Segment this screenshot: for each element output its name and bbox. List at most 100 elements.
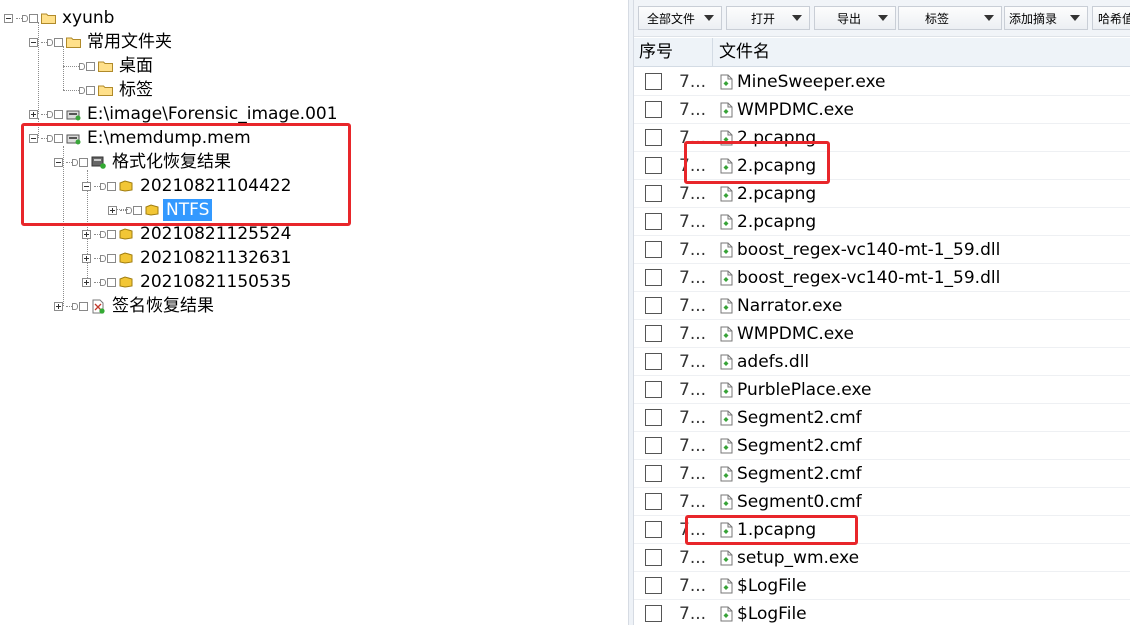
row-filename: $LogFile	[737, 604, 807, 624]
annotation-highlight-box	[685, 515, 858, 545]
add-digest-button[interactable]: 添加摘录	[1004, 6, 1088, 30]
partition-folder-icon	[118, 275, 134, 289]
row-checkbox[interactable]	[645, 241, 662, 258]
tree-checkbox[interactable]	[107, 277, 116, 287]
row-checkbox[interactable]	[645, 269, 662, 286]
row-checkbox[interactable]	[645, 73, 662, 90]
row-checkbox[interactable]	[645, 129, 662, 146]
expand-icon[interactable]	[82, 229, 91, 239]
bookmark-button[interactable]: 标签	[898, 6, 1002, 30]
row-checkbox[interactable]	[645, 549, 662, 566]
row-checkbox[interactable]	[645, 493, 662, 510]
all-files-dropdown[interactable]: 全部文件	[638, 6, 722, 30]
row-checkbox[interactable]	[645, 465, 662, 482]
file-icon	[720, 74, 733, 90]
tree-checkbox[interactable]	[29, 13, 38, 23]
collapse-icon[interactable]	[4, 13, 13, 23]
table-row[interactable]: 7... 2.pcapng	[634, 208, 1130, 236]
tree-checkbox[interactable]	[107, 229, 116, 239]
tree-connector	[63, 66, 79, 67]
pin-icon	[79, 62, 85, 70]
tree-node-bookmarks[interactable]: 标签	[79, 78, 156, 102]
table-row[interactable]: 7... Segment2.cmf	[634, 404, 1130, 432]
tree-node-desktop[interactable]: 桌面	[79, 54, 156, 78]
table-row[interactable]: 7... adefs.dll	[634, 348, 1130, 376]
table-row[interactable]: 7... 2.pcapng	[634, 180, 1130, 208]
file-icon	[720, 102, 733, 118]
dropdown-arrow-icon	[878, 15, 888, 21]
tree-node-partition-20210821132631[interactable]: 20210821132631	[82, 246, 294, 270]
row-checkbox[interactable]	[645, 185, 662, 202]
file-icon	[720, 410, 733, 426]
tree-checkbox[interactable]	[107, 253, 116, 263]
hash-button[interactable]: 哈希值	[1092, 6, 1130, 30]
tree-checkbox[interactable]	[54, 109, 63, 119]
tree-node-label: 20210821150535	[140, 272, 292, 292]
tree-node-signature-recovery[interactable]: 签名恢复结果	[54, 294, 217, 318]
expand-icon[interactable]	[29, 109, 38, 119]
row-checkbox[interactable]	[645, 521, 662, 538]
tree-checkbox[interactable]	[86, 85, 95, 95]
tree-checkbox[interactable]	[79, 301, 88, 311]
row-checkbox[interactable]	[645, 353, 662, 370]
row-seq: 7...	[679, 240, 707, 260]
table-row[interactable]: 7... Narrator.exe	[634, 292, 1130, 320]
file-icon	[720, 354, 733, 370]
row-filename: 2.pcapng	[737, 212, 817, 232]
row-filename: Segment2.cmf	[737, 408, 862, 428]
row-seq: 7...	[679, 184, 707, 204]
export-label: 导出	[837, 11, 862, 26]
row-checkbox[interactable]	[645, 101, 662, 118]
row-checkbox[interactable]	[645, 325, 662, 342]
row-filename: adefs.dll	[737, 352, 810, 372]
column-header-seq[interactable]: 序号	[634, 38, 713, 66]
folder-tree-pane[interactable]: xyunb 常用文件夹 桌面 标签 E:\image\Forensic_imag…	[0, 0, 628, 625]
file-icon	[720, 186, 733, 202]
tree-node-xyunb[interactable]: xyunb	[4, 6, 117, 30]
table-row[interactable]: 7... setup_wm.exe	[634, 544, 1130, 572]
tree-checkbox[interactable]	[54, 37, 63, 47]
table-row[interactable]: 7... $LogFile	[634, 600, 1130, 625]
expand-icon[interactable]	[82, 253, 91, 263]
table-row[interactable]: 7... $LogFile	[634, 572, 1130, 600]
table-row[interactable]: 7... boost_regex-vc140-mt-1_59.dll	[634, 264, 1130, 292]
row-checkbox[interactable]	[645, 157, 662, 174]
row-checkbox[interactable]	[645, 605, 662, 622]
table-row[interactable]: 7... MineSweeper.exe	[634, 68, 1130, 96]
row-checkbox[interactable]	[645, 381, 662, 398]
table-row[interactable]: 7... Segment2.cmf	[634, 432, 1130, 460]
folder-icon	[65, 35, 81, 49]
collapse-icon[interactable]	[29, 37, 38, 47]
open-button[interactable]: 打开	[726, 6, 810, 30]
row-seq: 7...	[679, 100, 707, 120]
table-row[interactable]: 7... Segment2.cmf	[634, 460, 1130, 488]
table-row[interactable]: 7... WMPDMC.exe	[634, 320, 1130, 348]
folder-icon	[97, 59, 113, 73]
dropdown-arrow-icon	[984, 15, 994, 21]
table-row[interactable]: 7... PurblePlace.exe	[634, 376, 1130, 404]
file-list-pane: 全部文件 打开 导出 标签 添加摘录 哈希值 序号 文件名 7... MineSw…	[634, 0, 1130, 625]
row-checkbox[interactable]	[645, 297, 662, 314]
tree-node-label: 20210821125524	[140, 224, 292, 244]
list-header: 序号 文件名	[634, 38, 1130, 67]
row-checkbox[interactable]	[645, 437, 662, 454]
row-checkbox[interactable]	[645, 213, 662, 230]
expand-icon[interactable]	[54, 301, 63, 311]
table-row[interactable]: 7... boost_regex-vc140-mt-1_59.dll	[634, 236, 1130, 264]
row-checkbox[interactable]	[645, 577, 662, 594]
file-icon	[720, 382, 733, 398]
column-header-filename[interactable]: 文件名	[714, 38, 1130, 66]
tree-node-label: 标签	[119, 80, 153, 100]
row-seq: 7...	[679, 268, 707, 288]
export-button[interactable]: 导出	[814, 6, 896, 30]
row-filename: WMPDMC.exe	[737, 100, 854, 120]
tree-node-common-folders[interactable]: 常用文件夹	[29, 30, 175, 54]
expand-icon[interactable]	[82, 277, 91, 287]
table-row[interactable]: 7... WMPDMC.exe	[634, 96, 1130, 124]
table-row[interactable]: 7... Segment0.cmf	[634, 488, 1130, 516]
tree-checkbox[interactable]	[86, 61, 95, 71]
tree-node-label: 常用文件夹	[87, 32, 172, 52]
row-checkbox[interactable]	[645, 409, 662, 426]
tree-node-partition-20210821150535[interactable]: 20210821150535	[82, 270, 294, 294]
hash-label: 哈希值	[1098, 11, 1130, 26]
